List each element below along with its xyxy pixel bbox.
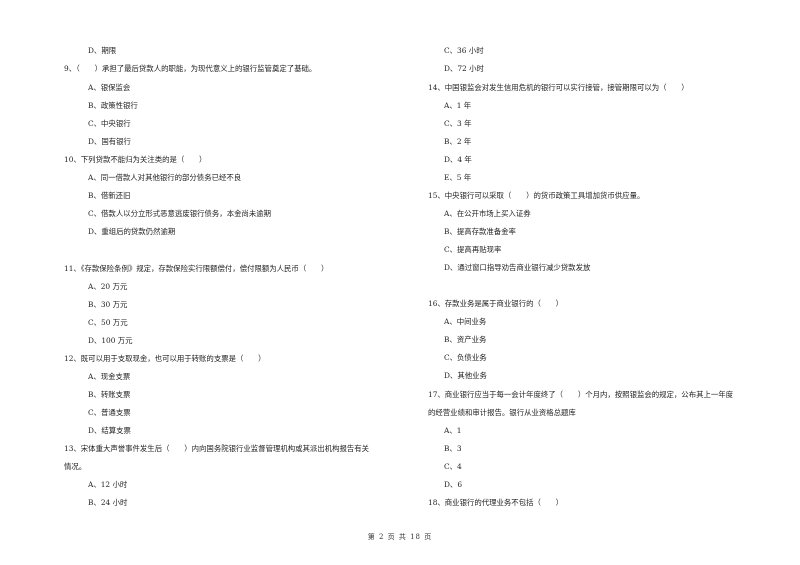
option: B、3: [444, 444, 462, 453]
option: D、其他业务: [444, 371, 487, 380]
question-12: 12、既可以用于支取现金，也可以用于转账的支票是（ ）: [64, 354, 266, 363]
option: D、结算支票: [88, 426, 131, 435]
question-9: 9、（ ）承担了最后贷款人的职能，为现代意义上的银行监管奠定了基础。: [64, 64, 317, 73]
question-13-continuation: 情况。: [64, 462, 87, 471]
option: C、3 年: [444, 119, 472, 128]
option: B、30 万元: [88, 300, 128, 309]
question-11: 11、《存款保险条例》规定，存款保险实行限额偿付，偿付限额为人民币（ ）: [64, 264, 329, 273]
option: A、20 万元: [88, 282, 128, 291]
option: B、政策性银行: [88, 101, 138, 110]
option: C、普通支票: [88, 408, 131, 417]
option: D、期限: [88, 46, 117, 55]
question-13: 13、宋体重大声誉事件发生后（ ）内向国务院银行业监督管理机构或其派出机构报告有…: [64, 444, 370, 453]
question-16: 16、存款业务是属于商业银行的（ ）: [428, 299, 564, 308]
option: D、4 年: [444, 155, 472, 164]
option: D、通过窗口指导劝告商业银行减少贷款发放: [444, 263, 591, 272]
option: C、50 万元: [88, 318, 128, 327]
question-14: 14、中国银监会对发生信用危机的银行可以实行接管，接管期限可以为（ ）: [428, 83, 689, 92]
option: C、负债业务: [444, 353, 487, 362]
option: D、72 小时: [444, 64, 484, 73]
option: A、同一借款人对其他银行的部分债务已经不良: [88, 173, 242, 182]
page-number: 第 2 页 共 18 页: [367, 533, 433, 541]
option: A、1: [444, 426, 462, 435]
option: B、转账支票: [88, 390, 131, 399]
question-10: 10、下列贷款不能归为关注类的是（ ）: [64, 155, 207, 164]
option: C、借款人以分立形式恶意逃废银行债务，本金尚未逾期: [88, 209, 272, 218]
option: C、36 小时: [444, 46, 484, 55]
option: D、国有银行: [88, 137, 131, 146]
option: A、12 小时: [88, 480, 128, 489]
option: A、中间业务: [444, 317, 487, 326]
question-17: 17、商业银行应当于每一会计年度终了（ ）个月内，按照银监会的规定，公布其上一年…: [428, 390, 734, 399]
option: A、现金支票: [88, 372, 131, 381]
option: C、提高再贴现率: [444, 245, 502, 254]
question-18: 18、商业银行的代理业务不包括（ ）: [428, 498, 564, 507]
option: A、在公开市场上买入证券: [444, 209, 531, 218]
question-17-continuation: 的经营业绩和审计报告。银行从业资格总题库: [428, 408, 576, 417]
option: E、5 年: [444, 173, 472, 182]
option: B、2 年: [444, 137, 472, 146]
option: D、重组后的贷款仍然逾期: [88, 227, 176, 236]
option: B、资产业务: [444, 335, 487, 344]
option: C、4: [444, 462, 462, 471]
option: A、1 年: [444, 101, 472, 110]
option: B、提高存款准备金率: [444, 227, 516, 236]
option: D、6: [444, 480, 463, 489]
option: D、100 万元: [88, 336, 133, 345]
option: B、24 小时: [88, 498, 128, 507]
option: A、银保监会: [88, 83, 131, 92]
question-15: 15、中央银行可以采取（ ）的货币政策工具增加货币供应量。: [428, 191, 645, 200]
option: B、借新还旧: [88, 191, 131, 200]
option: C、中央银行: [88, 119, 131, 128]
